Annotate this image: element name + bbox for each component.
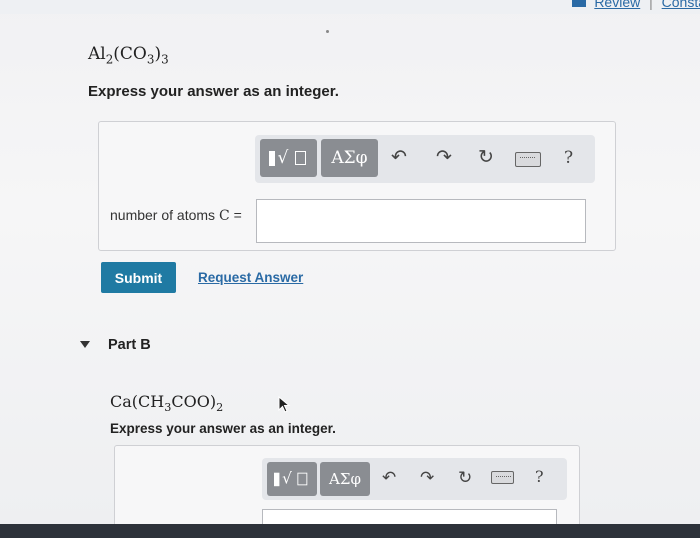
undo-icon[interactable]: ↶: [391, 148, 407, 168]
templates-button[interactable]: √: [260, 139, 317, 177]
link-separator: |: [649, 0, 653, 10]
undo-icon[interactable]: ↶: [382, 468, 396, 488]
reset-icon[interactable]: ↻: [458, 468, 472, 488]
keyboard-icon[interactable]: [491, 471, 514, 484]
template-radical-icon: √: [268, 146, 309, 170]
template-radical-icon: √: [274, 468, 310, 490]
bottom-bar: [0, 524, 700, 538]
part-b-formula: Ca(CH3COO)2: [110, 392, 224, 415]
top-links: Review | Consta: [572, 0, 700, 10]
constants-link[interactable]: Consta: [662, 0, 700, 10]
submit-button[interactable]: Submit: [101, 262, 176, 293]
part-a-prompt: Express your answer as an integer.: [88, 83, 339, 100]
redo-icon[interactable]: ↷: [436, 148, 452, 168]
collapse-chevron-icon[interactable]: [80, 341, 90, 348]
reset-icon[interactable]: ↻: [478, 148, 494, 168]
part-b-prompt: Express your answer as an integer.: [110, 421, 336, 436]
part-a-math-toolbar: √ ΑΣφ ↶ ↷ ↻ ?: [255, 135, 595, 183]
help-button[interactable]: ?: [535, 467, 544, 486]
help-button[interactable]: ?: [564, 148, 573, 168]
review-link[interactable]: Review: [594, 0, 640, 10]
stray-dot: [326, 30, 329, 33]
part-b-title[interactable]: Part B: [108, 337, 151, 353]
request-answer-link[interactable]: Request Answer: [198, 270, 303, 285]
templates-button[interactable]: √: [267, 462, 317, 496]
keyboard-icon[interactable]: [515, 152, 541, 167]
greek-symbols-button[interactable]: ΑΣφ: [320, 462, 370, 496]
number-of-atoms-input[interactable]: [256, 199, 586, 243]
part-a-formula: Al2(CO3)3: [88, 44, 169, 67]
part-b-math-toolbar: √ ΑΣφ ↶ ↷ ↻ ?: [262, 458, 567, 500]
mouse-cursor-icon: [278, 396, 291, 413]
review-icon: [572, 0, 587, 8]
answer-field-label: number of atoms C =: [110, 207, 242, 224]
greek-symbols-button[interactable]: ΑΣφ: [321, 139, 378, 177]
page: Review | Consta Al2(CO3)3 Express your a…: [0, 0, 700, 537]
redo-icon[interactable]: ↷: [420, 468, 434, 488]
